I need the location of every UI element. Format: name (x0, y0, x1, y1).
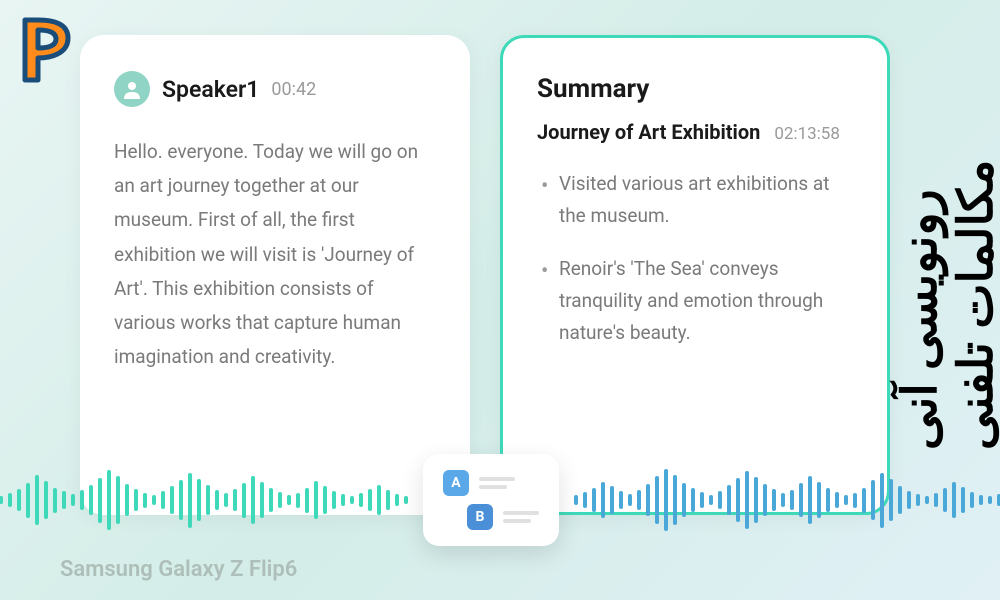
vertical-title: رونویسی آنی مکالمات تلفنی (893, 150, 1000, 450)
summary-subtitle-row: Journey of Art Exhibition 02:13:58 (537, 120, 853, 144)
summary-bullet: Renoir's 'The Sea' conveys tranquility a… (537, 253, 853, 350)
summary-list: Visited various art exhibitions at the m… (537, 168, 853, 349)
summary-subtitle: Journey of Art Exhibition (537, 120, 760, 144)
transcript-body: Hello. everyone. Today we will go on an … (114, 135, 436, 374)
badge-lines-icon (503, 511, 539, 523)
device-watermark: Samsung Galaxy Z Flip6 (60, 557, 297, 582)
summary-duration: 02:13:58 (774, 124, 840, 144)
badge-row-b: B (443, 504, 539, 530)
waveform-right (574, 460, 1000, 540)
speaker-avatar-icon (114, 71, 150, 107)
badge-lines-icon (479, 477, 515, 489)
summary-bullet: Visited various art exhibitions at the m… (537, 168, 853, 233)
speaker-timestamp: 00:42 (271, 79, 316, 100)
brand-logo (10, 10, 90, 90)
badge-row-a: A (443, 470, 539, 496)
speaker-header: Speaker1 00:42 (114, 71, 436, 107)
letter-b-icon: B (467, 504, 493, 530)
translate-badge: A B (423, 454, 559, 546)
summary-title: Summary (537, 74, 853, 104)
transcript-card: Speaker1 00:42 Hello. everyone. Today we… (80, 35, 470, 515)
waveform-container: A B (0, 455, 1000, 545)
letter-a-icon: A (443, 470, 469, 496)
summary-card: Summary Journey of Art Exhibition 02:13:… (500, 35, 890, 515)
waveform-left (0, 460, 408, 540)
speaker-name: Speaker1 (162, 76, 259, 103)
